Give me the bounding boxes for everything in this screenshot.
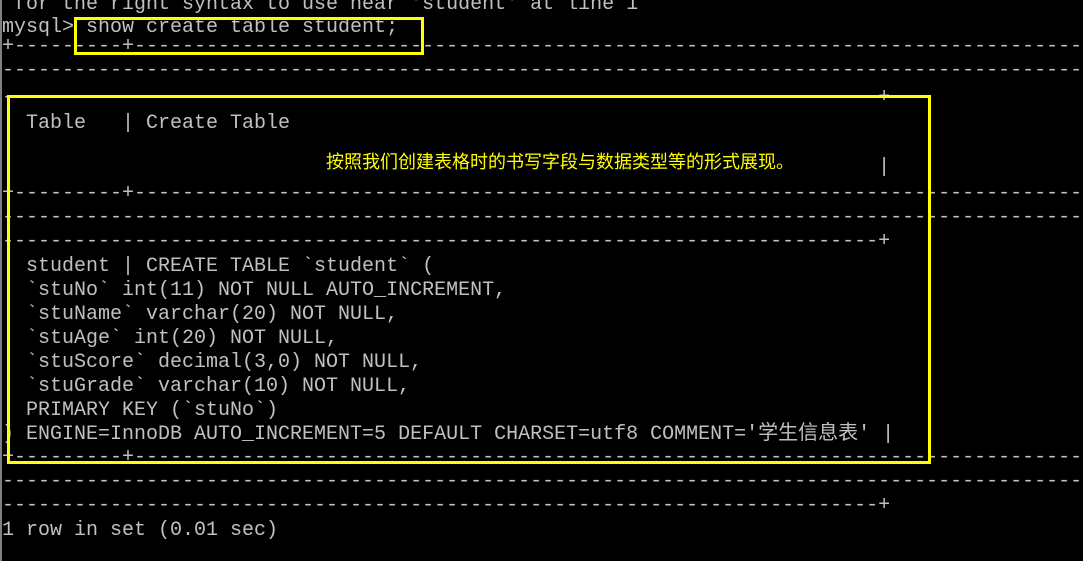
output-line: 1 row in set (0.01 sec): [2, 519, 279, 542]
table-border-line: ----------------------------------------…: [2, 59, 1083, 82]
terminal-window[interactable]: for the right syntax to use near 'studen…: [0, 0, 1083, 561]
annotation-text: 按照我们创建表格时的书写字段与数据类型等的形式展现。: [326, 152, 794, 173]
table-border-line: ----------------------------------------…: [2, 470, 1083, 493]
output-line: for the right syntax to use near 'studen…: [2, 0, 639, 16]
table-border-line: ----------------------------------------…: [2, 494, 891, 517]
command-highlight-box: [74, 17, 424, 55]
